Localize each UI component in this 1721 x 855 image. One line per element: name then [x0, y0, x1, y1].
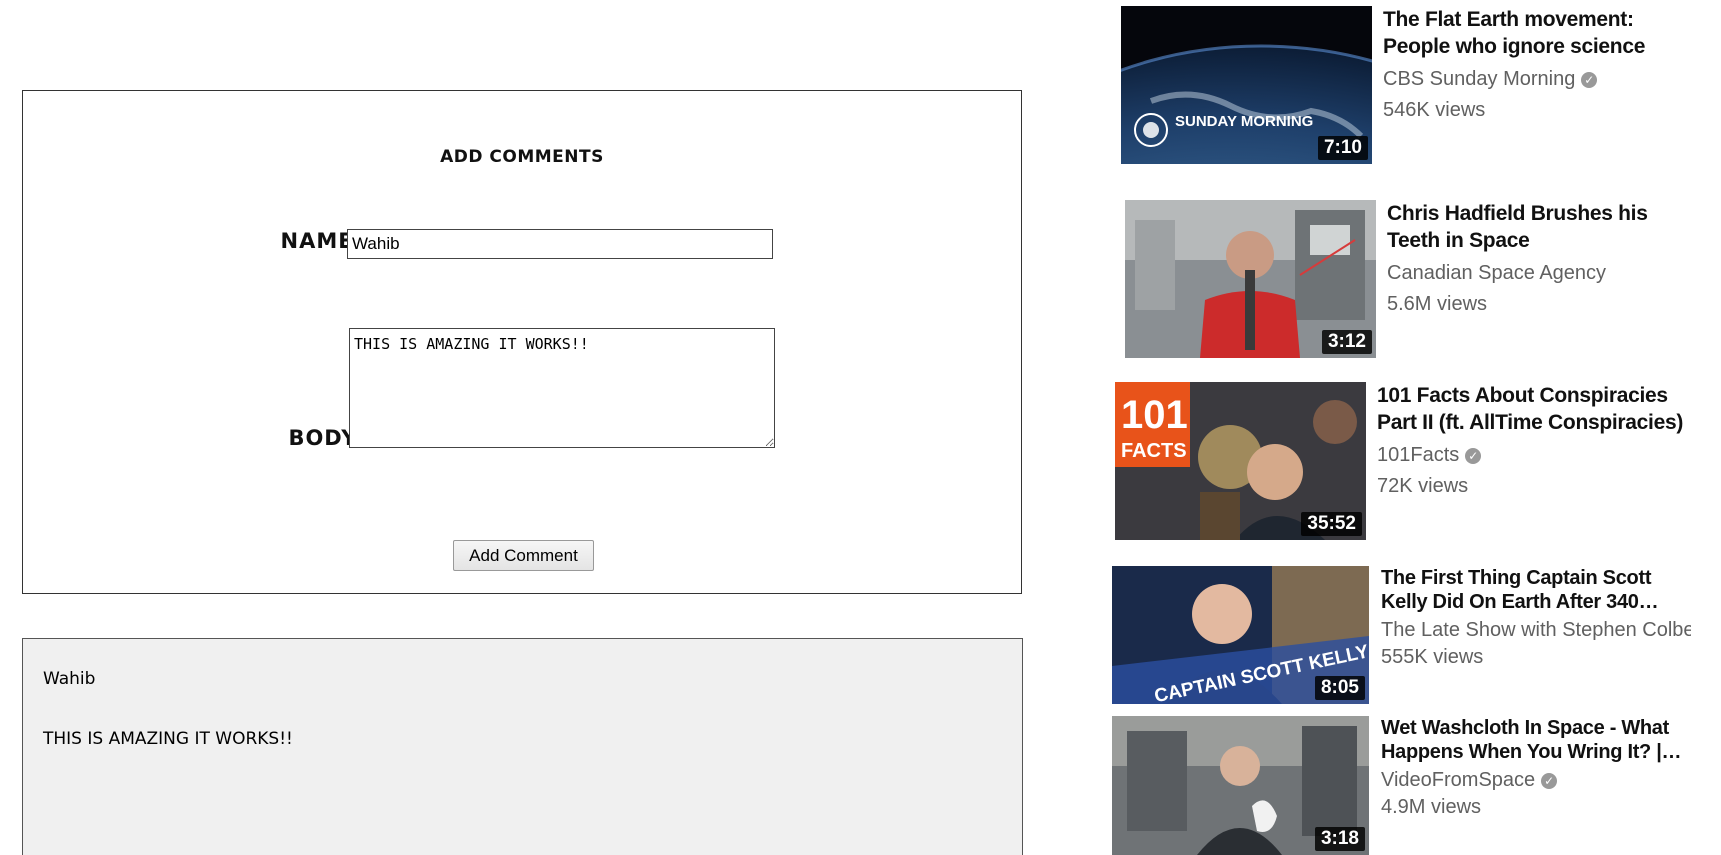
channel-name: CBS Sunday Morning	[1383, 68, 1576, 90]
video-views: 546K views	[1383, 99, 1486, 121]
video-title[interactable]: The Flat Earth movement: People who igno…	[1383, 6, 1693, 60]
name-label: Name:	[280, 229, 363, 253]
verified-icon: ✓	[1465, 447, 1482, 464]
channel-name: 101Facts	[1377, 444, 1460, 466]
channel-name: The Late Show with Stephen Colbert	[1381, 619, 1691, 641]
video-thumbnail[interactable]: SUNDAY MORNING 7:10	[1121, 6, 1372, 164]
name-input[interactable]	[347, 229, 773, 259]
video-thumbnail[interactable]: 101 FACTS 35:52	[1115, 382, 1366, 540]
comment-card: Wahib THIS IS AMAZING IT WORKS!!	[22, 638, 1023, 855]
add-comment-button[interactable]: Add Comment	[453, 540, 594, 571]
video-title[interactable]: 101 Facts About Conspiracies Part II (ft…	[1377, 382, 1702, 436]
comment-author: Wahib	[43, 669, 96, 689]
video-title[interactable]: Chris Hadfield Brushes his Teeth in Spac…	[1387, 200, 1697, 254]
body-textarea[interactable]: THIS IS AMAZING IT WORKS!!	[349, 328, 775, 448]
video-channel[interactable]: CBS Sunday Morning ✓	[1383, 68, 1598, 91]
video-channel[interactable]: 101Facts ✓	[1377, 444, 1482, 467]
page: Add Comments Name: Body: THIS IS AMAZING…	[0, 0, 1721, 855]
video-views: 555K views	[1381, 646, 1484, 668]
verified-icon: ✓	[1581, 71, 1598, 88]
video-duration: 35:52	[1301, 512, 1362, 536]
thumb-101-text: 101	[1121, 393, 1188, 437]
video-item[interactable]: 101 FACTS 35:52 101 Facts About Conspira…	[1115, 382, 1705, 542]
video-thumbnail[interactable]: CAPTAIN SCOTT KELLY 8:05	[1112, 566, 1369, 704]
video-duration: 7:10	[1317, 136, 1368, 160]
video-channel[interactable]: VideoFromSpace ✓	[1381, 769, 1558, 792]
video-views: 5.6M views	[1387, 293, 1488, 315]
video-duration: 3:18	[1314, 827, 1365, 851]
video-views: 72K views	[1377, 475, 1469, 497]
channel-name: VideoFromSpace	[1381, 769, 1536, 791]
video-thumbnail[interactable]: 3:18	[1112, 716, 1369, 855]
thumb-sunday-text: SUNDAY MORNING	[1175, 113, 1313, 130]
form-title: Add Comments	[440, 147, 604, 167]
video-duration: 3:12	[1321, 330, 1372, 354]
comment-body: THIS IS AMAZING IT WORKS!!	[43, 729, 293, 749]
verified-icon: ✓	[1541, 772, 1558, 789]
video-duration: 8:05	[1314, 676, 1365, 700]
video-title[interactable]: The First Thing Captain Scott Kelly Did …	[1381, 566, 1691, 614]
video-title[interactable]: Wet Washcloth In Space - What Happens Wh…	[1381, 716, 1691, 764]
thumb-facts-text: FACTS	[1121, 440, 1187, 462]
video-thumbnail[interactable]: 3:12	[1125, 200, 1376, 358]
video-channel[interactable]: Canadian Space Agency	[1387, 262, 1606, 285]
video-channel[interactable]: The Late Show with Stephen Colbert	[1381, 619, 1691, 642]
channel-name: Canadian Space Agency	[1387, 262, 1607, 284]
video-item[interactable]: SUNDAY MORNING 7:10 The Flat Earth movem…	[1121, 6, 1701, 166]
video-views: 4.9M views	[1381, 796, 1482, 818]
video-item[interactable]: CAPTAIN SCOTT KELLY 8:05 The First Thing…	[1112, 566, 1692, 706]
video-item[interactable]: 3:18 Wet Washcloth In Space - What Happe…	[1112, 716, 1692, 855]
body-label: Body:	[288, 426, 365, 450]
add-comment-form: Add Comments Name: Body: THIS IS AMAZING…	[22, 90, 1022, 594]
video-item[interactable]: 3:12 Chris Hadfield Brushes his Teeth in…	[1125, 200, 1705, 360]
